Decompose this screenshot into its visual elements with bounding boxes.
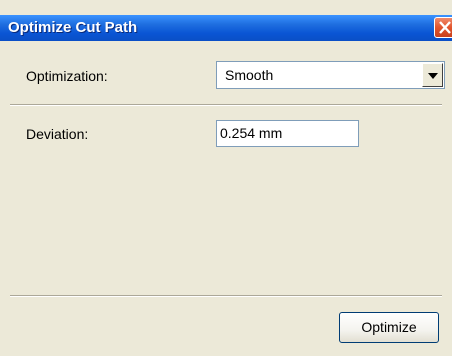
optimization-select[interactable]: Smooth xyxy=(216,61,445,89)
title-bar[interactable]: Optimize Cut Path xyxy=(0,15,452,41)
optimize-button[interactable]: Optimize xyxy=(339,312,439,343)
close-icon xyxy=(439,21,451,34)
optimization-label: Optimization: xyxy=(26,68,108,84)
bottom-divider xyxy=(10,295,442,297)
chevron-down-icon[interactable] xyxy=(422,63,443,87)
deviation-input[interactable]: 0.254 mm xyxy=(216,120,359,147)
optimization-selected-value: Smooth xyxy=(225,67,274,83)
deviation-label: Deviation: xyxy=(26,126,89,142)
dialog-title: Optimize Cut Path xyxy=(8,19,138,36)
top-divider xyxy=(10,104,442,106)
optimize-cut-path-dialog: Optimize Cut Path Optimization: Smooth D… xyxy=(0,0,452,356)
close-button[interactable] xyxy=(434,17,452,38)
